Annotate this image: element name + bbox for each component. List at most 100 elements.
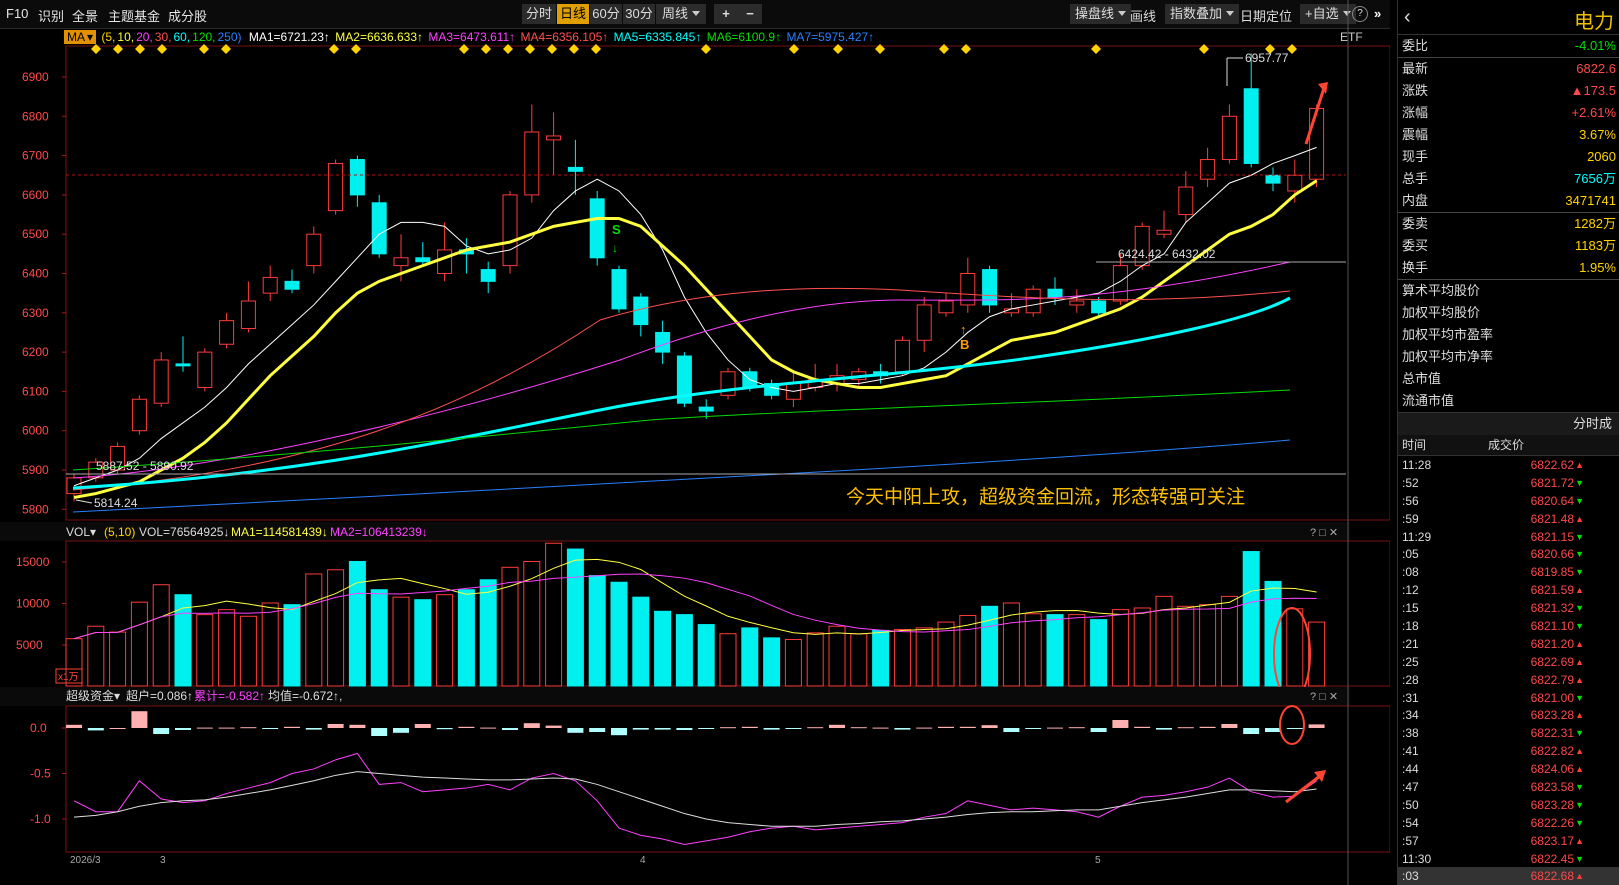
price-tick-label: 5800	[22, 502, 49, 516]
vol-selector-label: VOL	[66, 525, 90, 539]
candle-body[interactable]	[611, 269, 627, 310]
candle-body[interactable]	[240, 300, 256, 330]
trade-row: :34 6823.28 ▲	[1398, 706, 1619, 724]
stat-value: +2.61%	[1571, 105, 1616, 120]
candle-body[interactable]	[546, 135, 562, 141]
capital-bar	[393, 728, 409, 733]
candle-body[interactable]	[1069, 300, 1085, 306]
stat-row: 最新 6822.6	[1398, 58, 1619, 80]
candle-body[interactable]	[393, 257, 409, 267]
candle-body[interactable]	[1156, 229, 1172, 235]
cap-selector[interactable]: 超级资金▾	[66, 688, 120, 703]
volume-bar	[763, 637, 781, 687]
capital-bar	[196, 727, 213, 729]
trades-list[interactable]: 11:28 6822.62 ▲:52 6821.72 ▼:56 6820.64 ▼:59 68…	[1398, 456, 1619, 885]
candle-body[interactable]	[938, 300, 954, 314]
candle-body[interactable]	[1025, 288, 1041, 314]
candle-body[interactable]	[328, 162, 344, 212]
arrow-down-icon: ▼	[1575, 728, 1584, 739]
vol-panel-controls[interactable]: ? □ ✕	[1310, 527, 1338, 539]
vol-selector[interactable]: VOL▾	[66, 525, 96, 539]
candle-body[interactable]	[502, 194, 518, 267]
candle-body[interactable]	[415, 257, 431, 263]
capital-bar	[436, 728, 453, 730]
candle-body[interactable]	[524, 131, 540, 196]
candle-body[interactable]	[306, 233, 322, 267]
volume-bar	[305, 573, 323, 687]
trade-time: :44	[1402, 762, 1419, 777]
candle-body[interactable]	[153, 359, 169, 404]
extra-item: 流通市值	[1402, 393, 1455, 408]
stat-row: 震幅 3.67%	[1398, 124, 1619, 146]
back-icon[interactable]: ‹	[1404, 6, 1411, 29]
candle-body[interactable]	[284, 280, 300, 290]
candle-body[interactable]	[1265, 174, 1281, 184]
volume-bar	[893, 629, 911, 687]
candle-body[interactable]	[480, 269, 496, 282]
candle-body[interactable]	[894, 339, 910, 373]
arrow-up-icon: ▲	[1575, 513, 1584, 524]
capital-bar	[502, 728, 518, 730]
trade-row: :15 6821.32 ▼	[1398, 599, 1619, 617]
volume-bar	[1090, 619, 1108, 687]
candle-body[interactable]	[197, 351, 213, 388]
volume-bar	[348, 561, 366, 687]
volume-bar	[784, 639, 802, 687]
price-tick-label: 5900	[22, 463, 49, 477]
arrow-down-icon: ▼	[1575, 603, 1584, 614]
cap-panel-controls[interactable]: ? □ ✕	[1310, 691, 1338, 703]
price-y-axis: 6900 6800 6700 6600 6500 6400 6300 6200 6100 6000…	[22, 70, 66, 516]
stat-row: 换手 1.95%	[1398, 257, 1619, 279]
trade-price: 6822.82	[1530, 744, 1574, 759]
candle-body[interactable]	[698, 406, 714, 412]
candle-body[interactable]	[175, 363, 191, 367]
stat-value: 1282万	[1574, 216, 1616, 231]
low-price-label: 5814.24	[94, 496, 138, 510]
capital-bar	[916, 727, 933, 729]
candle-body[interactable]	[437, 249, 453, 274]
arrow-down-icon: ▼	[1575, 567, 1584, 578]
capital-bar	[1047, 727, 1063, 729]
arrow-down-icon: ▼	[1575, 817, 1584, 828]
candle-body[interactable]	[371, 202, 387, 255]
trades-columns: 时间 成交价	[1398, 435, 1619, 456]
candle-body[interactable]	[131, 398, 147, 432]
stat-row: 委卖 1282万	[1398, 213, 1619, 235]
trade-row: :59 6821.48 ▲	[1398, 510, 1619, 528]
volume-bar	[1264, 580, 1282, 687]
candle-body[interactable]	[1047, 288, 1063, 298]
candle-body[interactable]	[567, 166, 583, 172]
candle-body[interactable]	[1287, 174, 1303, 192]
volume-bar	[479, 579, 497, 687]
candle-body[interactable]	[633, 296, 649, 326]
capital-bar	[87, 728, 104, 731]
volume-bar	[1024, 613, 1042, 687]
volume-bar	[1242, 551, 1260, 687]
stat-row: 总手 7656万	[1398, 168, 1619, 190]
candle-body[interactable]	[1200, 159, 1216, 180]
stat-row: 委买 1183万	[1398, 235, 1619, 257]
candle-body[interactable]	[219, 320, 235, 345]
candle-body[interactable]	[655, 331, 671, 353]
candle-body[interactable]	[1243, 88, 1259, 164]
candle-body[interactable]	[349, 159, 365, 196]
kline-chart[interactable]: 6900 6800 6700 6600 6500 6400 6300 6200 6100 6000…	[0, 0, 1390, 885]
candle-body[interactable]	[1221, 115, 1237, 161]
volume-bar	[588, 575, 606, 687]
candle-body[interactable]	[1091, 300, 1107, 314]
trade-time: :15	[1402, 601, 1419, 616]
capital-bar	[349, 724, 366, 728]
candle-body[interactable]	[1178, 186, 1194, 216]
volume-bar	[370, 589, 388, 687]
stat-row: 涨幅 +2.61%	[1398, 102, 1619, 124]
vol-tick-label: 10000	[16, 597, 50, 611]
candle-body[interactable]	[916, 304, 932, 341]
stat-key: 委比	[1402, 38, 1429, 53]
candle-body[interactable]	[262, 276, 278, 294]
trade-row: :12 6821.59 ▲	[1398, 581, 1619, 599]
candle-body[interactable]	[1112, 265, 1128, 302]
candle-body[interactable]	[1309, 107, 1325, 180]
candle-body[interactable]	[589, 198, 605, 259]
trade-row: :31 6821.00 ▼	[1398, 689, 1619, 707]
ma5-line	[73, 146, 1317, 487]
